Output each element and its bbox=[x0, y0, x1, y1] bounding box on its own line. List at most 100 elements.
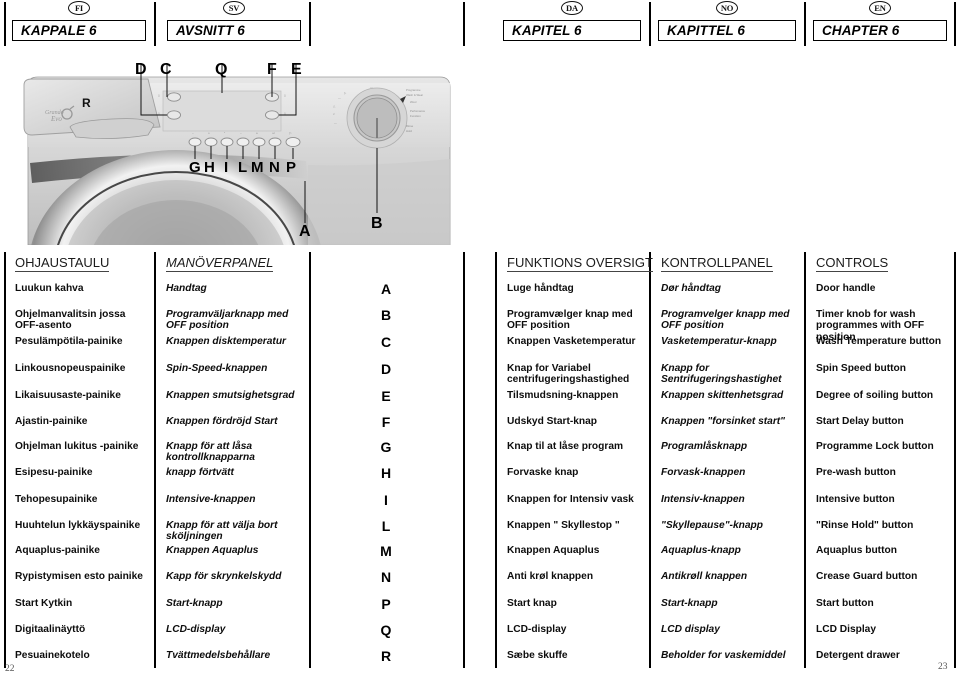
section-header-en: CONTROLS bbox=[816, 255, 889, 272]
callout-label-P: P bbox=[286, 159, 297, 176]
control-row-c-da: Knappen Vasketemperatur bbox=[507, 336, 636, 347]
control-row-letter-q: Q bbox=[380, 622, 392, 638]
control-row-m-fi: Aquaplus-painike bbox=[15, 545, 100, 556]
flag-da-icon: DA bbox=[561, 1, 583, 15]
control-row-f-sv: Knappen fördröjd Start bbox=[166, 416, 278, 427]
svg-text:Programme: Programme bbox=[406, 88, 421, 92]
control-row-l-en: "Rinse Hold" button bbox=[816, 520, 914, 531]
svg-text:~: ~ bbox=[192, 131, 194, 135]
control-row-letter-f: F bbox=[381, 414, 391, 430]
control-row-l-fi: Huuhtelun lykkäyspainike bbox=[15, 520, 141, 531]
chapter-title-en: CHAPTER 6 bbox=[822, 23, 900, 38]
svg-text:~: ~ bbox=[240, 131, 242, 135]
control-row-n-fi: Rypistymisen esto painike bbox=[15, 571, 143, 582]
language-cell-no: NO KAPITTEL 6 bbox=[650, 0, 804, 48]
control-row-h-fi: Esipesu-painike bbox=[15, 467, 93, 478]
table-divider-fi-sv bbox=[154, 252, 156, 668]
control-row-c-sv: Knappen disktemperatur bbox=[166, 336, 287, 347]
control-row-letter-h: H bbox=[380, 465, 392, 481]
control-row-letter-a: A bbox=[380, 281, 392, 297]
page-number-left: 22 bbox=[5, 664, 15, 674]
control-row-a-sv: Handtag bbox=[166, 283, 207, 294]
table-divider-da-no bbox=[649, 252, 651, 668]
section-header-fi: OHJAUSTAULU bbox=[15, 255, 110, 272]
control-row-d-sv: Spin-Speed-knappen bbox=[166, 363, 268, 374]
control-row-i-no: Intensiv-knappen bbox=[661, 494, 745, 505]
control-row-letter-r: R bbox=[380, 648, 392, 664]
control-row-n-no: Antikrøll knappen bbox=[661, 571, 748, 582]
chapter-title-no: KAPITTEL 6 bbox=[667, 23, 746, 38]
button-C bbox=[167, 92, 181, 102]
control-row-i-fi: Tehopesupainike bbox=[15, 494, 98, 505]
control-row-a-da: Luge håndtag bbox=[507, 283, 574, 294]
control-row-b-no: Programvelger knapp med OFF position bbox=[661, 309, 790, 332]
manual-page: FI KAPPALE 6 SV AVSNITT 6 DA KAPITEL 6 N… bbox=[0, 0, 960, 680]
control-row-g-sv: Knapp för att låsa kontrollknapparna bbox=[166, 441, 255, 464]
control-row-m-en: Aquaplus button bbox=[816, 545, 897, 556]
chapter-box-en: CHAPTER 6 bbox=[813, 20, 947, 41]
control-row-g-da: Knap til at låse program bbox=[507, 441, 624, 452]
table-divider-no-en bbox=[804, 252, 806, 668]
control-row-q-da: LCD-display bbox=[507, 624, 567, 635]
control-row-i-da: Knappen for Intensiv vask bbox=[507, 494, 634, 505]
control-row-e-no: Knappen skittenhetsgrad bbox=[661, 390, 784, 401]
control-row-n-da: Anti krøl knappen bbox=[507, 571, 594, 582]
control-row-r-da: Sæbe skuffe bbox=[507, 650, 568, 661]
control-row-h-no: Forvask-knappen bbox=[661, 467, 746, 478]
control-row-c-no: Vasketemperatur-knapp bbox=[661, 336, 777, 347]
control-row-b-fi: Ohjelmanvalitsin jossa OFF-asento bbox=[15, 309, 126, 332]
chapter-title-fi: KAPPALE 6 bbox=[21, 23, 97, 38]
chapter-box-sv: AVSNITT 6 bbox=[167, 20, 301, 41]
svg-text:Function: Function bbox=[410, 114, 421, 118]
control-row-f-fi: Ajastin-painike bbox=[15, 416, 88, 427]
control-row-a-fi: Luukun kahva bbox=[15, 283, 84, 294]
control-row-c-en: Wash Temperature button bbox=[816, 336, 942, 347]
control-row-e-fi: Likaisuusaste-painike bbox=[15, 390, 121, 401]
chapter-box-fi: KAPPALE 6 bbox=[12, 20, 146, 41]
control-row-f-da: Udskyd Start-knap bbox=[507, 416, 598, 427]
control-row-h-sv: knapp förtvätt bbox=[166, 467, 234, 478]
header-divider-1 bbox=[154, 2, 156, 46]
control-row-f-en: Start Delay button bbox=[816, 416, 904, 427]
control-row-r-sv: Tvättmedelsbehållare bbox=[166, 650, 271, 661]
control-row-e-da: Tilsmudsning-knappen bbox=[507, 390, 619, 401]
control-row-a-en: Door handle bbox=[816, 283, 876, 294]
washing-machine-illustration: R Grando Evo 0 0 0 0 ~ o * ~ a oc [> — ▷… bbox=[8, 55, 460, 390]
control-row-letter-l: L bbox=[381, 518, 391, 534]
chapter-box-da: KAPITEL 6 bbox=[503, 20, 641, 41]
section-header-no: KONTROLLPANEL bbox=[661, 255, 773, 272]
section-header-sv: MANÖVERPANEL bbox=[166, 255, 274, 272]
callout-label-H: H bbox=[204, 159, 215, 176]
callout-label-I: I bbox=[224, 159, 229, 176]
callout-label-B: B bbox=[371, 215, 383, 232]
svg-text:[>: [> bbox=[289, 131, 292, 135]
control-row-letter-c: C bbox=[380, 334, 392, 350]
callout-label-C: C bbox=[160, 61, 172, 78]
control-row-n-sv: Kapp för skrynkelskydd bbox=[166, 571, 282, 582]
language-cell-da: DA KAPITEL 6 bbox=[495, 0, 649, 48]
control-row-p-fi: Start Kytkin bbox=[15, 598, 73, 609]
control-row-l-da: Knappen " Skyllestop " bbox=[507, 520, 620, 531]
svg-text:—: — bbox=[370, 85, 373, 89]
control-row-r-fi: Pesuainekotelo bbox=[15, 650, 90, 661]
control-row-letter-p: P bbox=[381, 596, 391, 612]
control-row-p-sv: Start-knapp bbox=[166, 598, 223, 609]
control-row-q-sv: LCD-display bbox=[166, 624, 226, 635]
control-row-letter-b: B bbox=[380, 307, 392, 323]
svg-text:0: 0 bbox=[284, 94, 286, 98]
callout-label-A: A bbox=[299, 223, 311, 240]
control-row-letter-d: D bbox=[380, 361, 392, 377]
control-row-i-sv: Intensive-knappen bbox=[166, 494, 256, 505]
control-row-letter-m: M bbox=[380, 543, 392, 559]
control-row-f-no: Knappen "forsinket start" bbox=[661, 416, 786, 427]
flag-sv-icon: SV bbox=[223, 1, 245, 15]
svg-text:Hold: Hold bbox=[406, 129, 412, 133]
control-row-letter-g: G bbox=[380, 439, 392, 455]
svg-text:Rinse: Rinse bbox=[406, 124, 414, 128]
language-header-band: FI KAPPALE 6 SV AVSNITT 6 DA KAPITEL 6 N… bbox=[0, 0, 960, 48]
callout-label-G: G bbox=[189, 159, 201, 176]
button-E bbox=[265, 110, 279, 120]
control-row-e-en: Degree of soiling button bbox=[816, 390, 934, 401]
control-row-q-no: LCD display bbox=[661, 624, 720, 635]
language-cell-sv: SV AVSNITT 6 bbox=[159, 0, 309, 48]
